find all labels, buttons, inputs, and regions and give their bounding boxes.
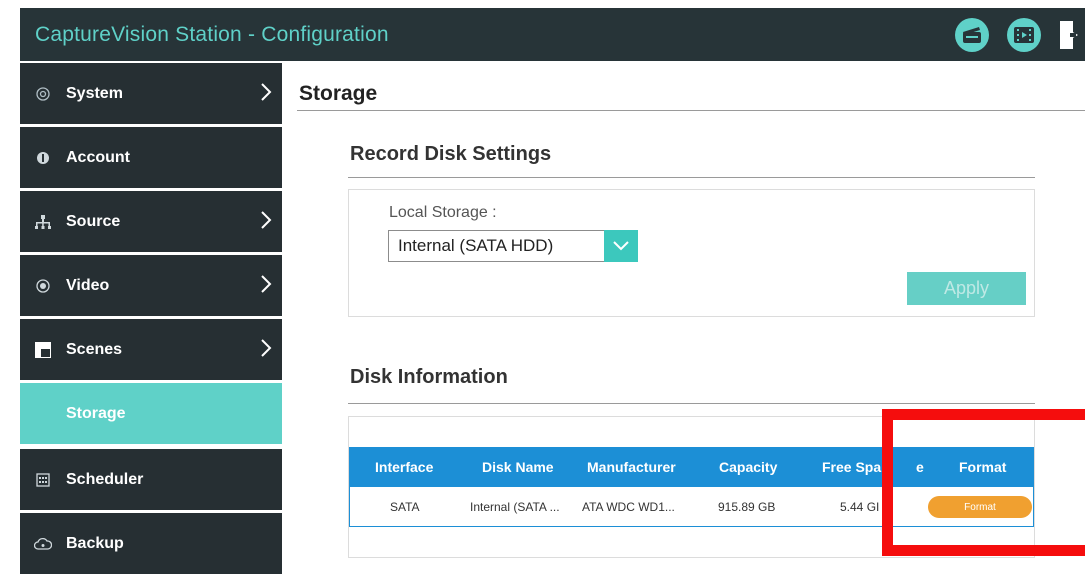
sidebar-item-account[interactable]: Account [20,127,282,188]
cell-free-space: 5.44 GI [840,499,880,514]
page-title: Storage [299,82,378,105]
chevron-right-icon [261,275,272,293]
col-format: Format [959,459,1007,475]
record-disk-settings-panel: Local Storage : Internal (SATA HDD) Appl… [348,189,1035,317]
record-disk-title: Record Disk Settings [350,143,552,165]
gear-circle-icon [20,86,66,101]
local-storage-value: Internal (SATA HDD) [398,236,554,255]
main-content: Storage Record Disk Settings Local Stora… [297,63,1085,576]
scene-icon [20,341,66,358]
col-free-space: Free Spa [822,459,882,475]
sidebar-item-label: Account [66,148,130,166]
radio-dot-icon [20,278,66,293]
film-icon[interactable] [1007,17,1041,52]
cell-capacity: 915.89 GB [718,499,776,514]
chevron-right-icon [261,339,272,357]
disk-information-panel: Interface Disk Name Manufacturer Capacit… [348,416,1035,558]
sidebar-item-system[interactable]: System [20,63,282,124]
cell-interface: SATA [390,499,420,514]
sidebar-item-label: Scheduler [66,470,144,488]
sidebar-item-label: Storage [66,404,126,422]
chevron-down-icon[interactable] [604,230,638,262]
app-title: CaptureVision Station - Configuration [35,22,389,46]
cell-manufacturer: ATA WDC WD1... [582,499,675,514]
header-icons [955,8,1085,61]
user-circle-icon [20,151,66,165]
sidebar-item-label: Source [66,212,121,230]
local-storage-select[interactable]: Internal (SATA HDD) [388,230,638,262]
disk-info-divider [348,403,1035,404]
format-button[interactable]: Format [928,496,1032,518]
sidebar-item-label: Video [66,276,110,294]
local-storage-label: Local Storage : [389,204,497,221]
sidebar-item-source[interactable]: Source [20,191,282,252]
table-row: SATA Internal (SATA ... ATA WDC WD1... 9… [349,487,1034,527]
sidebar-item-backup[interactable]: Backup [20,513,282,574]
col-disk-name: Disk Name [482,459,554,475]
apply-button[interactable]: Apply [907,272,1026,305]
exit-icon[interactable] [1059,18,1085,52]
disk-table-header: Interface Disk Name Manufacturer Capacit… [349,447,1034,487]
title-divider [297,110,1085,111]
cell-disk-name: Internal (SATA ... [470,499,560,514]
sidebar-item-storage[interactable]: Storage [20,383,282,444]
col-free-space-suffix: e [916,459,924,475]
calendar-icon [20,472,66,487]
col-manufacturer: Manufacturer [587,459,676,475]
network-icon [20,214,66,229]
disk-information-title: Disk Information [350,366,508,388]
chevron-right-icon [261,83,272,101]
sidebar-item-scenes[interactable]: Scenes [20,319,282,380]
sidebar-item-label: Backup [66,534,124,552]
sidebar-item-label: System [66,84,123,102]
col-capacity: Capacity [719,459,778,475]
record-disk-divider [348,177,1035,178]
sidebar: System Account Source Video Scenes Stora… [20,63,282,576]
col-interface: Interface [375,459,434,475]
chevron-right-icon [261,211,272,229]
app-header: CaptureVision Station - Configuration [20,8,1085,61]
cloud-icon [20,537,66,550]
sidebar-item-video[interactable]: Video [20,255,282,316]
sidebar-item-scheduler[interactable]: Scheduler [20,449,282,510]
clapperboard-icon[interactable] [955,17,989,52]
sidebar-item-label: Scenes [66,340,123,358]
